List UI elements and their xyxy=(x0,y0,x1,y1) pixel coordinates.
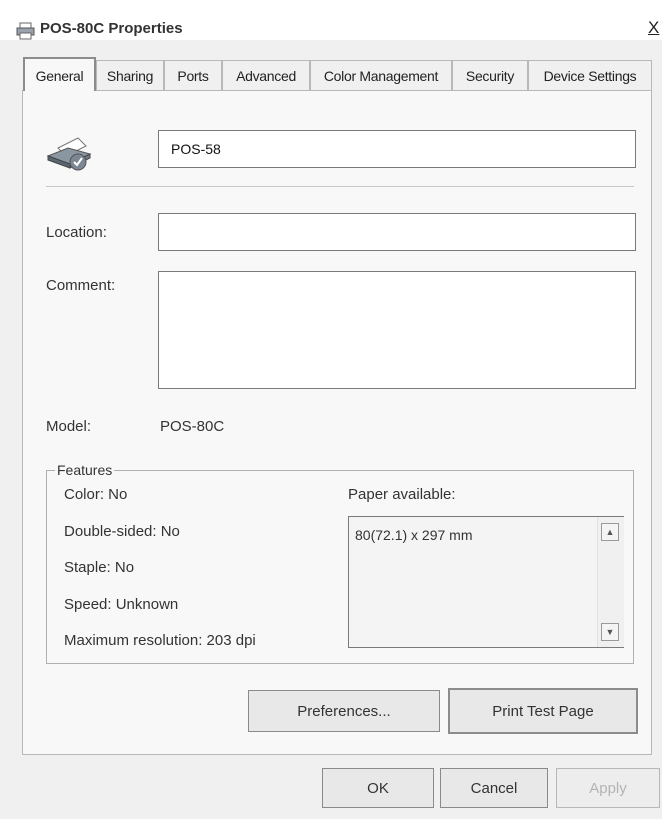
list-item[interactable]: 80(72.1) x 297 mm xyxy=(355,527,473,543)
paper-available-label: Paper available: xyxy=(348,486,456,503)
cancel-button[interactable]: Cancel xyxy=(440,768,548,808)
location-input[interactable] xyxy=(158,213,636,251)
comment-label: Comment: xyxy=(46,277,116,294)
separator xyxy=(46,186,634,187)
feature-staple: Staple: No xyxy=(64,559,135,576)
print-test-page-button[interactable]: Print Test Page xyxy=(448,688,638,734)
scroll-up-icon[interactable]: ▲ xyxy=(601,523,619,541)
close-button[interactable]: X xyxy=(648,18,659,38)
feature-speed: Speed: Unknown xyxy=(64,596,179,613)
location-label: Location: xyxy=(46,224,107,241)
feature-double-sided: Double-sided: No xyxy=(64,523,180,540)
window-title: POS-80C Properties xyxy=(40,20,183,37)
model-value: POS-80C xyxy=(160,418,225,435)
ok-button[interactable]: OK xyxy=(322,768,434,808)
model-label: Model: xyxy=(46,418,92,435)
features-legend: Features xyxy=(57,462,113,478)
tab-sharing[interactable]: Sharing xyxy=(96,60,164,90)
scroll-down-icon[interactable]: ▼ xyxy=(601,623,619,641)
tab-ports[interactable]: Ports xyxy=(164,60,222,90)
printer-check-icon xyxy=(46,137,92,171)
scrollbar[interactable]: ▲ ▼ xyxy=(597,517,624,647)
apply-button[interactable]: Apply xyxy=(556,768,660,808)
tab-advanced[interactable]: Advanced xyxy=(222,60,310,90)
feature-color: Color: No xyxy=(64,486,128,503)
printer-icon xyxy=(16,22,35,40)
tab-device-settings[interactable]: Device Settings xyxy=(528,60,652,90)
feature-max-resolution: Maximum resolution: 203 dpi xyxy=(64,632,256,649)
preferences-button[interactable]: Preferences... xyxy=(248,690,440,732)
tab-general[interactable]: General xyxy=(23,57,96,91)
tab-color-management[interactable]: Color Management xyxy=(310,60,452,90)
paper-listbox[interactable]: 80(72.1) x 297 mm ▲ ▼ xyxy=(348,516,624,648)
tab-security[interactable]: Security xyxy=(452,60,528,90)
comment-textarea[interactable] xyxy=(158,271,636,389)
printer-name-input[interactable] xyxy=(158,130,636,168)
